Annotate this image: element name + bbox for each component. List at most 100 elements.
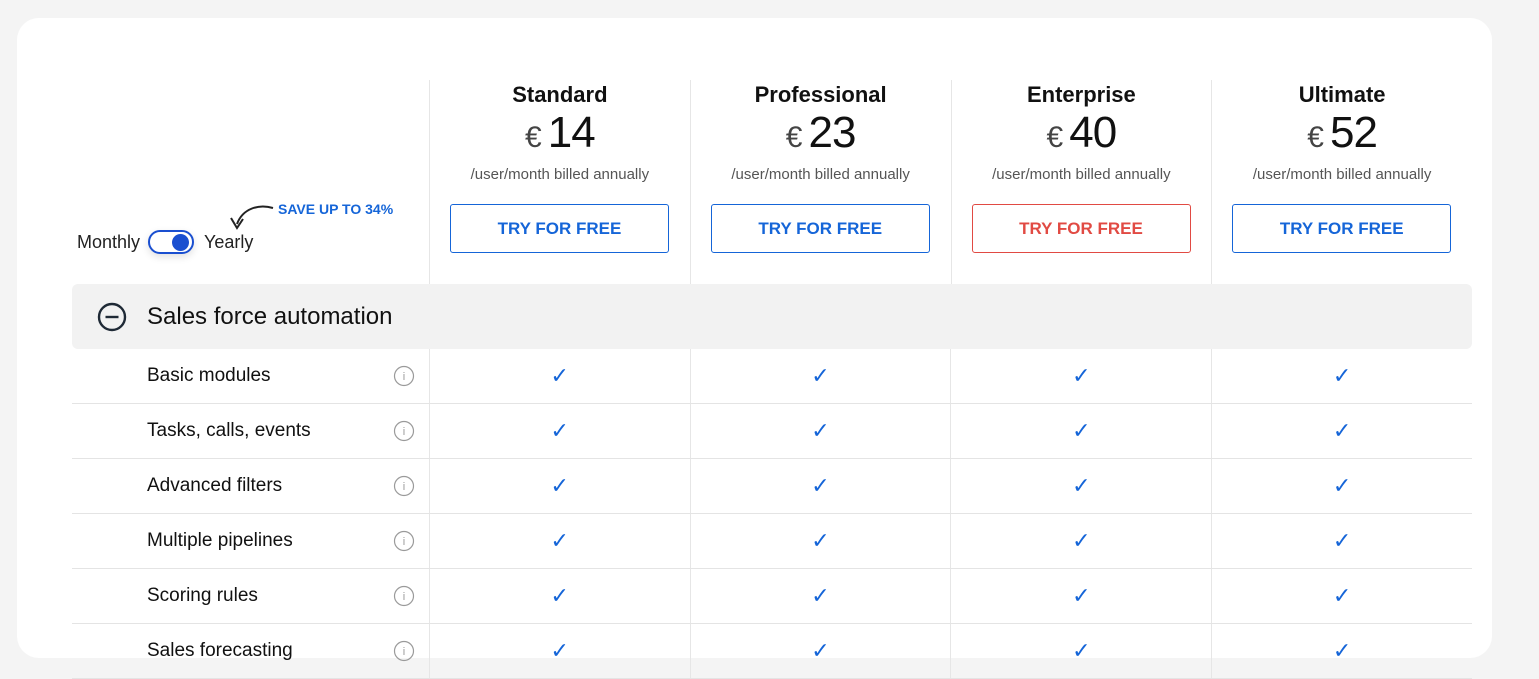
check-icon: ✓ [1332,638,1352,663]
yearly-label[interactable]: Yearly [204,232,253,253]
currency-symbol: € [1307,121,1324,154]
check-icon: ✓ [811,638,830,663]
plan-name: Enterprise [1026,82,1136,107]
curved-arrow-icon [230,205,274,230]
check-icon: ✓ [811,473,830,498]
try-for-free-button-standard[interactable]: TRY FOR FREE [450,204,669,253]
check-cell-ultimate: ✓ [1211,404,1472,458]
switch-knob [172,234,190,251]
plan-price: € 52 [1212,108,1472,158]
check-cell-professional: ✓ [689,459,951,513]
feature-cell: Basic modules i [72,349,429,403]
check-cell-enterprise: ✓ [950,404,1211,458]
plan-name: Ultimate [1298,82,1386,107]
feature-row: Multiple pipelines i ✓ ✓ ✓ ✓ [72,514,1472,569]
check-icon: ✓ [811,583,830,608]
check-icon: ✓ [1332,528,1352,553]
monthly-label[interactable]: Monthly [77,232,140,253]
plan-name: Professional [754,82,887,107]
feature-label: Sales forecasting [147,640,293,661]
billing-note: /user/month billed annually [992,166,1171,183]
check-cell-standard: ✓ [428,624,690,678]
try-for-free-button-professional[interactable]: TRY FOR FREE [710,204,930,253]
check-cell-professional: ✓ [689,569,951,623]
check-icon: ✓ [811,363,830,388]
svg-text:i: i [403,536,405,548]
check-cell-enterprise: ✓ [950,459,1211,513]
feature-cell: Scoring rules i [72,569,429,623]
info-icon[interactable]: i [393,530,415,552]
check-cell-enterprise: ✓ [950,349,1211,403]
check-icon: ✓ [1072,528,1091,553]
check-cell-ultimate: ✓ [1211,459,1472,513]
check-icon: ✓ [550,363,569,388]
check-cell-standard: ✓ [428,349,690,403]
info-icon[interactable]: i [393,420,415,442]
check-icon: ✓ [550,528,569,553]
feature-cell: Sales forecasting i [72,624,429,678]
check-cell-standard: ✓ [428,404,690,458]
plans-header: Standard € 14 /user/month billed annuall… [429,80,1472,284]
check-cell-standard: ✓ [428,569,690,623]
check-icon: ✓ [550,418,569,443]
check-cell-ultimate: ✓ [1211,569,1472,623]
plan-professional: Professional € 23 /user/month billed ann… [689,80,951,284]
feature-label: Advanced filters [147,475,283,496]
price-amount: 23 [808,108,856,157]
minus-circle-icon[interactable] [97,302,127,332]
feature-cell: Tasks, calls, events i [72,404,429,458]
check-icon: ✓ [1072,583,1091,608]
check-icon: ✓ [1332,583,1352,608]
info-icon[interactable]: i [393,365,415,387]
svg-text:i: i [403,426,405,438]
save-badge: SAVE UP TO 34% [278,201,394,217]
try-for-free-button-ultimate[interactable]: TRY FOR FREE [1232,204,1452,253]
section-title: Sales force automation [147,302,393,330]
svg-text:i: i [403,371,405,383]
billing-note: /user/month billed annually [470,166,650,183]
check-icon: ✓ [811,418,830,443]
info-icon[interactable]: i [393,475,415,497]
svg-text:i: i [403,646,405,658]
plan-ultimate: Ultimate € 52 /user/month billed annuall… [1211,80,1472,284]
feature-row: Advanced filters i ✓ ✓ ✓ ✓ [72,459,1472,514]
feature-cell: Advanced filters i [72,459,429,513]
check-cell-ultimate: ✓ [1211,349,1472,403]
feature-label: Basic modules [147,365,271,386]
check-icon: ✓ [811,528,830,553]
plan-price: € 14 [430,108,690,158]
pricing-card: SAVE UP TO 34% Monthly Yearly Standard €… [17,18,1492,679]
billing-note: /user/month billed annually [1252,166,1432,183]
billing-note: /user/month billed annually [731,166,910,183]
check-cell-ultimate: ✓ [1211,624,1472,678]
info-icon[interactable]: i [393,585,415,607]
info-icon[interactable]: i [393,640,415,662]
billing-period-switch[interactable] [148,230,195,254]
section-header-sales-force-automation[interactable]: Sales force automation [72,284,1472,349]
price-amount: 40 [1069,108,1117,157]
check-icon: ✓ [1332,473,1352,498]
check-icon: ✓ [550,583,569,608]
price-amount: 14 [547,108,596,157]
feature-row: Scoring rules i ✓ ✓ ✓ ✓ [72,569,1472,624]
feature-row: Sales forecasting i ✓ ✓ ✓ ✓ [72,624,1472,679]
plan-price: € 23 [691,108,951,158]
check-cell-professional: ✓ [689,404,951,458]
feature-label: Scoring rules [147,585,258,606]
plan-name: Standard [512,82,608,107]
check-icon: ✓ [1072,638,1091,663]
try-for-free-button-enterprise[interactable]: TRY FOR FREE [971,204,1191,253]
svg-text:i: i [403,481,405,493]
price-amount: 52 [1329,108,1378,157]
check-icon: ✓ [1332,418,1352,443]
feature-cell: Multiple pipelines i [72,514,429,568]
check-cell-enterprise: ✓ [950,624,1211,678]
feature-label: Multiple pipelines [147,530,293,551]
plan-price: € 40 [952,108,1212,158]
feature-row: Tasks, calls, events i ✓ ✓ ✓ ✓ [72,404,1472,459]
check-cell-ultimate: ✓ [1211,514,1472,568]
check-icon: ✓ [550,638,569,663]
check-cell-standard: ✓ [428,514,690,568]
check-cell-professional: ✓ [689,514,951,568]
check-icon: ✓ [1332,363,1352,388]
